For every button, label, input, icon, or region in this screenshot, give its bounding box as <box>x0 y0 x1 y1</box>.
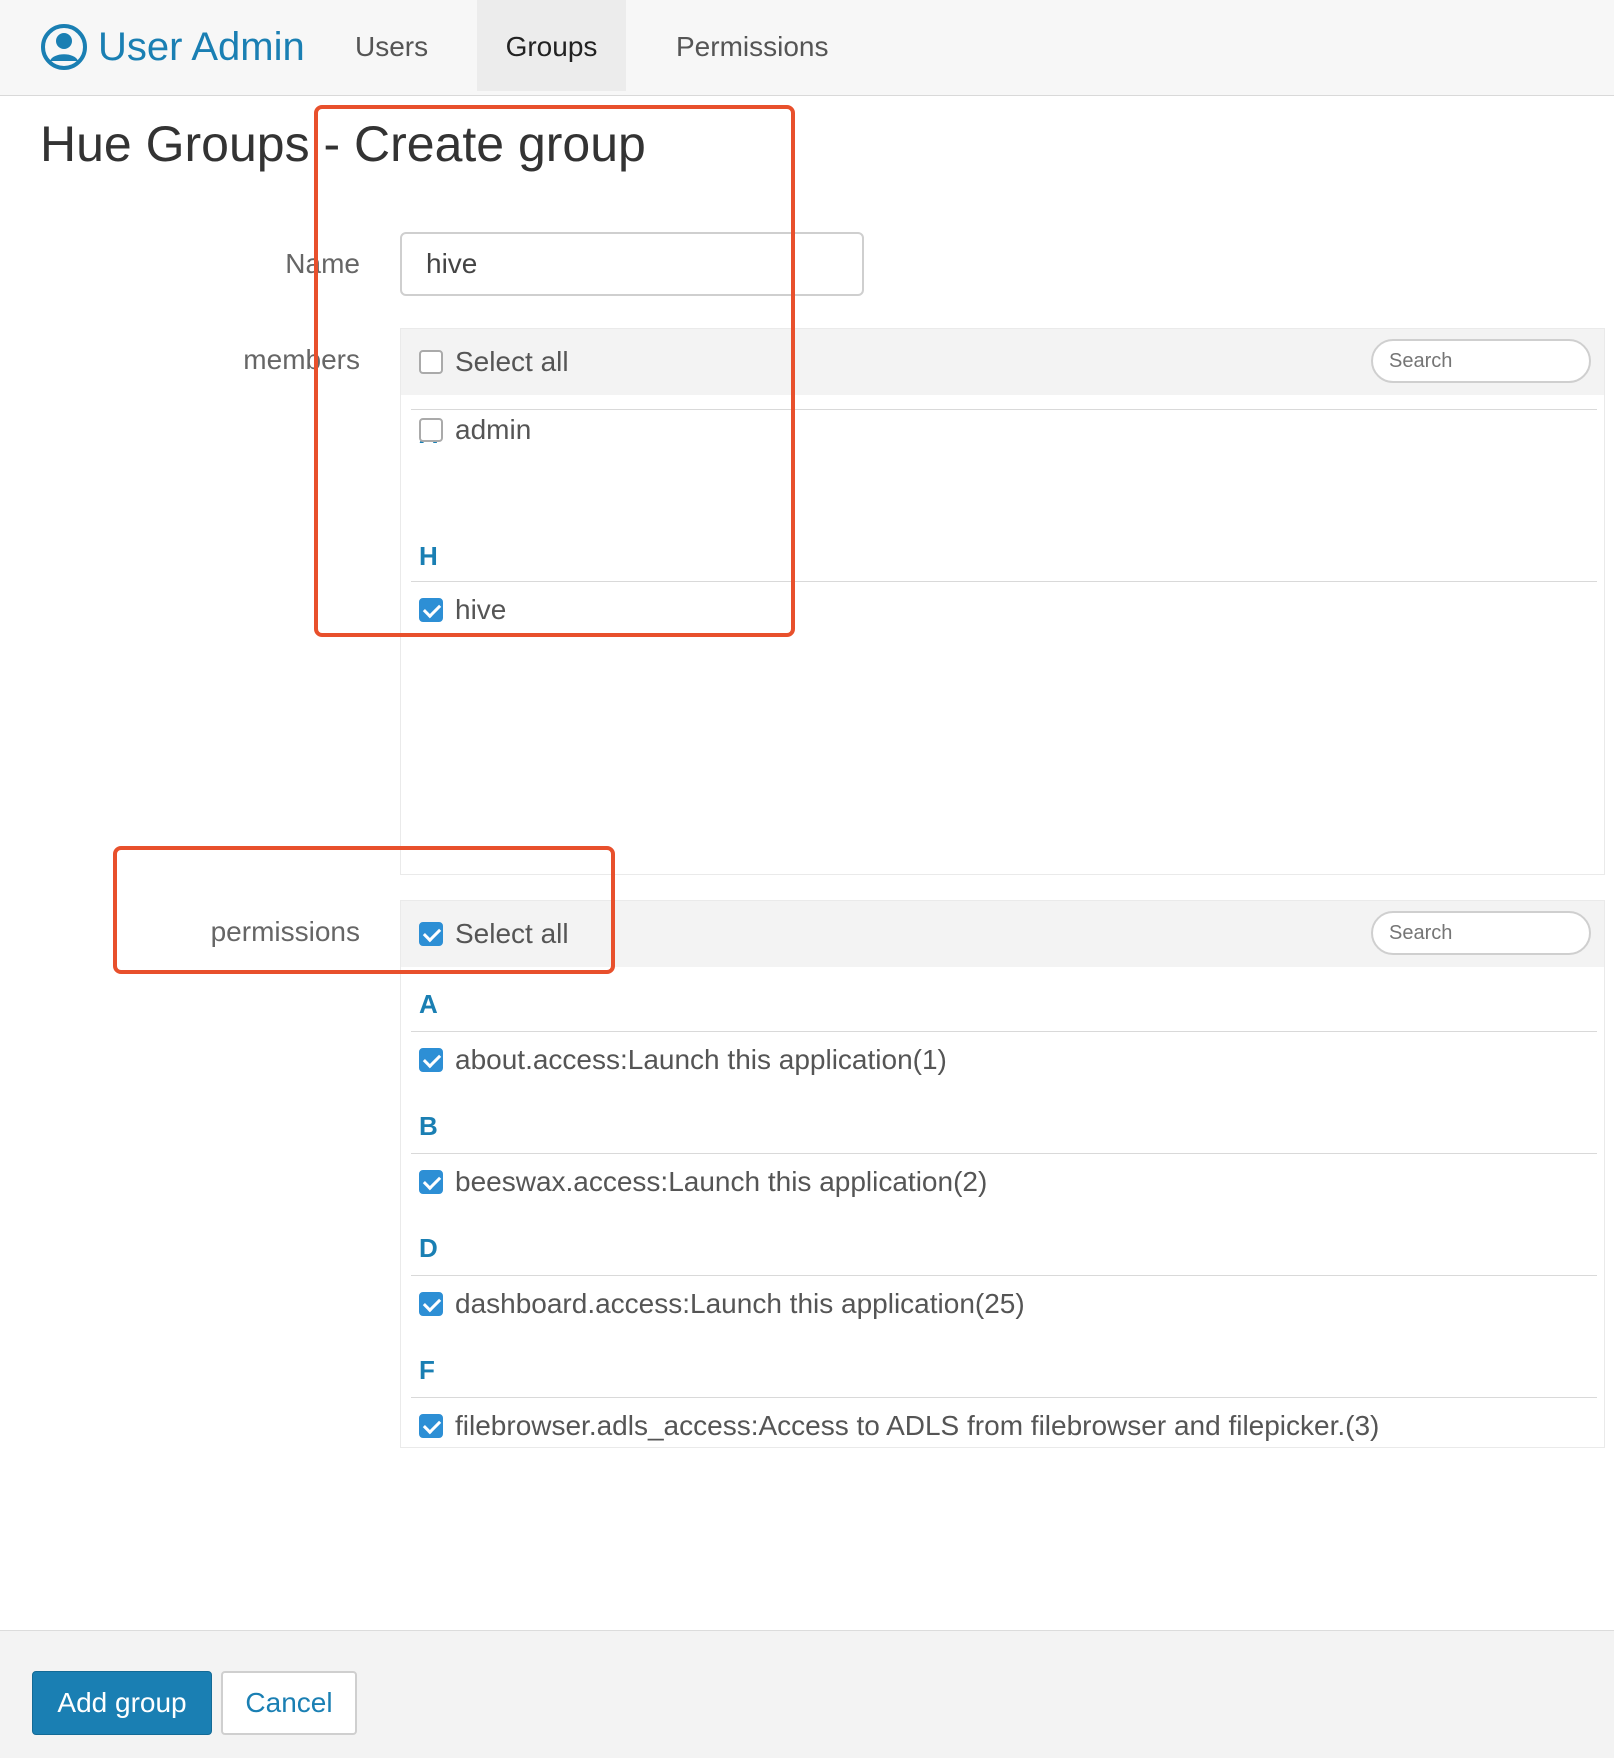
permission-checkbox[interactable] <box>419 1292 443 1316</box>
permission-item[interactable]: about.access:Launch this application(1) <box>419 1041 947 1079</box>
group-letter-h: H <box>419 541 438 571</box>
divider <box>411 581 1597 582</box>
name-input[interactable] <box>400 232 864 296</box>
divider <box>411 1275 1597 1276</box>
nav-users[interactable]: Users <box>325 0 458 91</box>
nav-permissions[interactable]: Permissions <box>646 0 858 91</box>
members-select-all-checkbox[interactable] <box>419 350 443 374</box>
permission-item[interactable]: dashboard.access:Launch this application… <box>419 1285 1025 1323</box>
form-footer: Add group Cancel <box>0 1630 1614 1758</box>
add-group-button[interactable]: Add group <box>32 1671 212 1735</box>
permission-label: about.access:Launch this application(1) <box>455 1044 947 1075</box>
nav-groups[interactable]: Groups <box>477 0 626 91</box>
divider <box>411 1031 1597 1032</box>
permissions-select-all[interactable]: Select all <box>419 915 569 953</box>
permission-label: filebrowser.adls_access:Access to ADLS f… <box>455 1410 1380 1441</box>
page-title: Hue Groups - Create group <box>40 116 646 172</box>
group-letter-f: F <box>419 1355 435 1385</box>
permission-checkbox[interactable] <box>419 1414 443 1438</box>
members-search-input[interactable] <box>1371 339 1591 383</box>
permission-item[interactable]: beeswax.access:Launch this application(2… <box>419 1163 987 1201</box>
permissions-label: permissions <box>210 916 360 947</box>
member-checkbox[interactable] <box>419 418 443 442</box>
member-checkbox[interactable] <box>419 598 443 622</box>
members-select-all[interactable]: Select all <box>419 343 569 381</box>
member-item-hive[interactable]: hive <box>419 591 506 629</box>
user-circle-icon <box>40 23 88 71</box>
permission-item[interactable]: filebrowser.adls_access:Access to ADLS f… <box>419 1407 1379 1445</box>
member-item-admin[interactable]: admin <box>419 411 531 449</box>
group-letter-d: D <box>419 1233 438 1263</box>
divider <box>411 1153 1597 1154</box>
permission-label: dashboard.access:Launch this application… <box>455 1288 1025 1319</box>
group-letter-b: B <box>419 1111 438 1141</box>
member-label: admin <box>455 414 532 445</box>
select-all-label: Select all <box>455 918 569 949</box>
top-navbar: User Admin Users Groups Permissions <box>0 0 1614 96</box>
brand[interactable]: User Admin <box>40 20 305 74</box>
cancel-button[interactable]: Cancel <box>221 1671 357 1735</box>
divider <box>411 1397 1597 1398</box>
members-multiselect: Select all A admin H hive <box>400 328 1605 875</box>
members-header: Select all <box>401 329 1604 395</box>
permissions-multiselect: Select all A about.access:Launch this ap… <box>400 900 1605 1448</box>
app-title: User Admin <box>98 24 305 69</box>
permission-checkbox[interactable] <box>419 1170 443 1194</box>
permissions-header: Select all <box>401 901 1604 967</box>
name-label: Name <box>285 248 360 279</box>
divider <box>411 409 1597 410</box>
permission-label: beeswax.access:Launch this application(2… <box>455 1166 988 1197</box>
permission-checkbox[interactable] <box>419 1048 443 1072</box>
members-label: members <box>243 344 360 375</box>
select-all-label: Select all <box>455 346 569 377</box>
permissions-search-input[interactable] <box>1371 911 1591 955</box>
group-letter-a: A <box>419 989 438 1019</box>
member-label: hive <box>455 594 507 625</box>
permissions-select-all-checkbox[interactable] <box>419 922 443 946</box>
